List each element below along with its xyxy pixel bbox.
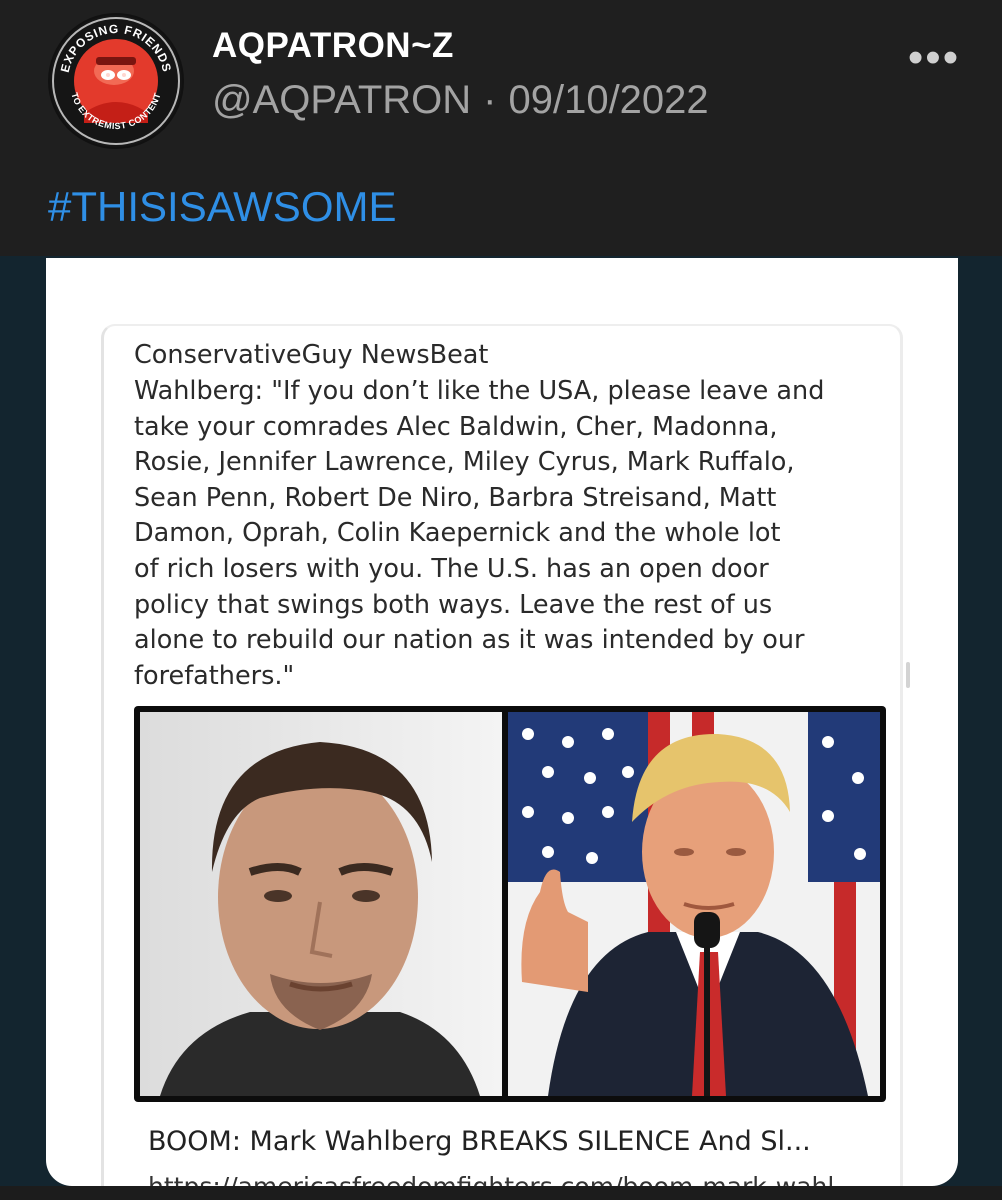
quote-line: take your comrades Alec Baldwin, Cher, M… (134, 411, 778, 442)
link-preview-url[interactable]: https://americasfreedomfighters.com/boom… (148, 1172, 834, 1186)
avatar-image: EXPOSING FRIENDS TO EXTREMIST CONTENT (50, 15, 182, 147)
author-handle[interactable]: @AQPATRON (212, 78, 471, 122)
more-horizontal-icon[interactable]: ••• (906, 36, 962, 80)
portrait-photo-right (508, 712, 880, 1096)
quote-line: Rosie, Jennifer Lawrence, Miley Cyrus, M… (134, 447, 795, 478)
quote-line: Wahlberg: "If you don’t like the USA, pl… (134, 376, 825, 406)
bottom-bar (0, 1186, 1002, 1200)
quote-line: alone to rebuild our nation as it was in… (134, 625, 805, 656)
meta-separator: · (483, 78, 497, 122)
author-display-name[interactable]: AQPATRON~Z (212, 26, 454, 66)
shared-post-card: ConservativeGuy NewsBeat Wahlberg: "If y… (101, 324, 903, 1186)
quote-line: forefathers." (134, 660, 295, 691)
quote-line: Sean Penn, Robert De Niro, Barbra Streis… (134, 482, 777, 513)
author-meta: @AQPATRON · 09/10/2022 (212, 78, 709, 123)
hashtag-link[interactable]: #THISISAWSOME (48, 183, 397, 231)
post-header: EXPOSING FRIENDS TO EXTREMIST CONTENT AQ… (0, 0, 1002, 256)
portrait-photo-left (140, 712, 502, 1096)
scroll-indicator (906, 662, 910, 688)
avatar[interactable]: EXPOSING FRIENDS TO EXTREMIST CONTENT (48, 13, 184, 149)
link-preview-title[interactable]: BOOM: Mark Wahlberg BREAKS SILENCE And S… (148, 1126, 811, 1157)
shared-post-quote: Wahlberg: "If you don’t like the USA, pl… (134, 374, 864, 694)
quote-line: of rich losers with you. The U.S. has an… (134, 553, 769, 584)
post-media-image[interactable]: ConservativeGuy NewsBeat Wahlberg: "If y… (46, 258, 958, 1186)
shared-post-source: ConservativeGuy NewsBeat (134, 340, 489, 370)
shared-photo-frame[interactable] (134, 706, 886, 1102)
quote-line: policy that swings both ways. Leave the … (134, 589, 773, 620)
quote-line: Damon, Oprah, Colin Kaepernick and the w… (134, 518, 781, 549)
post-date[interactable]: 09/10/2022 (508, 78, 708, 122)
